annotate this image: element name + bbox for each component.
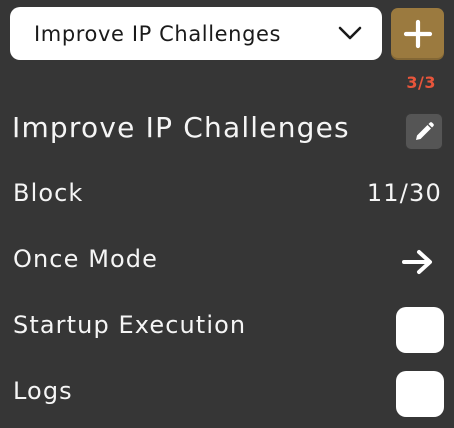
profile-title: Improve IP Challenges xyxy=(12,111,350,144)
once-mode-label: Once Mode xyxy=(13,245,158,273)
block-value: 11/30 xyxy=(366,179,442,207)
arrow-right-icon[interactable] xyxy=(401,249,435,275)
pencil-icon xyxy=(416,121,434,140)
edit-profile-button[interactable] xyxy=(405,113,443,150)
profile-counter: 3/3 xyxy=(406,73,436,92)
logs-checkbox[interactable] xyxy=(396,371,444,417)
block-label: Block xyxy=(13,179,84,207)
startup-execution-checkbox[interactable] xyxy=(396,307,444,353)
profile-select-value: Improve IP Challenges xyxy=(34,21,282,46)
add-profile-button[interactable] xyxy=(391,8,444,60)
profile-select[interactable]: Improve IP Challenges xyxy=(10,7,382,60)
plus-icon xyxy=(403,19,432,49)
logs-label: Logs xyxy=(13,377,73,405)
startup-execution-label: Startup Execution xyxy=(13,311,247,339)
chevron-down-icon xyxy=(338,26,362,40)
